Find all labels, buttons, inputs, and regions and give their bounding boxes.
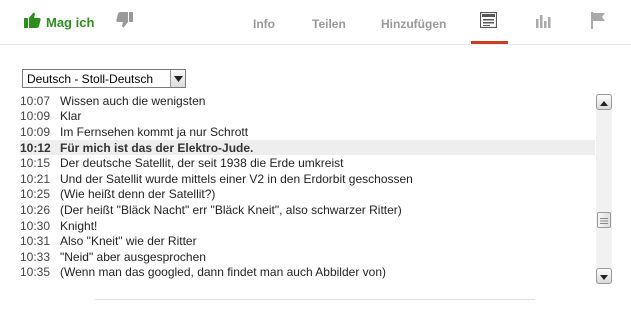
chevron-down-icon: [600, 267, 608, 285]
transcript-icon: [479, 11, 498, 32]
transcript-text: "Neid" aber ausgesprochen: [60, 249, 206, 264]
transcript-timestamp: 10:31: [20, 234, 51, 249]
transcript-timestamp: 10:33: [20, 249, 51, 264]
like-button[interactable]: Mag ich: [24, 12, 94, 33]
transcript-line[interactable]: 10:25 (Wie heißt denn der Satellit?): [20, 187, 595, 203]
transcript-line[interactable]: 10:21 Und der Satellit wurde mittels ein…: [20, 171, 595, 187]
transcript-line[interactable]: 10:15 Der deutsche Satellit, der seit 19…: [20, 155, 595, 171]
transcript-text: Für mich ist das der Elektro-Jude.: [60, 140, 254, 155]
scroll-up-button[interactable]: [596, 94, 612, 110]
scroll-down-button[interactable]: [596, 268, 612, 284]
transcript-line[interactable]: 10:33 "Neid" aber ausgesprochen: [20, 249, 595, 265]
tab-flag[interactable]: [590, 12, 606, 34]
language-select-value: Deutsch - Stoll-Deutsch: [27, 72, 154, 86]
tab-statistics[interactable]: [535, 12, 551, 33]
transcript-line[interactable]: 10:09 Im Fernsehen kommt ja nur Schrott: [20, 124, 595, 140]
action-bar-divider: [0, 44, 631, 45]
transcript-text: (Wie heißt denn der Satellit?): [60, 187, 216, 202]
chevron-up-icon: [600, 93, 608, 111]
transcript-text: Der deutsche Satellit, der seit 1938 die…: [60, 156, 344, 171]
dislike-button[interactable]: [116, 12, 133, 33]
transcript-text: (Wenn man das googled, dann findet man a…: [60, 265, 386, 280]
language-select[interactable]: Deutsch - Stoll-Deutsch: [22, 69, 186, 88]
transcript-line[interactable]: 10:26 (Der heißt "Bläck Nacht" err "Bläc…: [20, 202, 595, 218]
transcript-timestamp: 10:09: [20, 109, 51, 124]
transcript-timestamp: 10:25: [20, 187, 51, 202]
grip-icon: [600, 211, 608, 229]
like-label: Mag ich: [46, 15, 95, 30]
section-divider: [95, 299, 535, 300]
tab-transcript[interactable]: [479, 11, 498, 33]
transcript-line[interactable]: 10:35 (Wenn man das googled, dann findet…: [20, 265, 595, 281]
tab-info[interactable]: Info: [253, 17, 275, 31]
chevron-down-icon[interactable]: [170, 70, 185, 87]
transcript-timestamp: 10:30: [20, 218, 51, 233]
statistics-icon: [535, 15, 551, 32]
transcript-text: Wissen auch die wenigsten: [60, 93, 206, 108]
flag-icon: [590, 12, 606, 33]
transcript-timestamp: 10:12: [20, 140, 51, 155]
thumbs-down-icon: [116, 12, 133, 32]
tab-add[interactable]: Hinzufügen: [381, 17, 446, 31]
transcript-line[interactable]: 10:09 Klar: [20, 109, 595, 125]
transcript-timestamp: 10:35: [20, 265, 51, 280]
transcript-timestamp: 10:15: [20, 156, 51, 171]
transcript-timestamp: 10:09: [20, 124, 51, 139]
transcript-text: Und der Satellit wurde mittels einer V2 …: [60, 171, 413, 186]
scroll-thumb[interactable]: [597, 212, 611, 228]
thumbs-up-icon: [24, 12, 41, 33]
transcript-list: 10:07 Wissen auch die wenigsten 10:09 Kl…: [20, 93, 595, 285]
transcript-text: Im Fernsehen kommt ja nur Schrott: [60, 124, 249, 139]
transcript-line[interactable]: 10:07 Wissen auch die wenigsten: [20, 93, 595, 109]
transcript-timestamp: 10:21: [20, 171, 51, 186]
transcript-timestamp: 10:26: [20, 202, 51, 217]
transcript-line-active[interactable]: 10:12 Für mich ist das der Elektro-Jude.: [20, 139, 595, 156]
action-bar: Mag ich Info Teilen Hinzufügen: [0, 0, 631, 45]
transcript-text: (Der heißt "Bläck Nacht" err "Bläck Knei…: [60, 202, 402, 217]
transcript-timestamp: 10:07: [20, 93, 51, 108]
tab-share[interactable]: Teilen: [312, 17, 346, 31]
transcript-text: Also "Kneit" wie der Ritter: [60, 234, 197, 249]
transcript-line[interactable]: 10:30 Knight!: [20, 218, 595, 234]
transcript-text: Klar: [60, 109, 82, 124]
transcript-scrollbar[interactable]: [596, 94, 612, 284]
transcript-line[interactable]: 10:31 Also "Kneit" wie der Ritter: [20, 233, 595, 249]
transcript-text: Knight!: [60, 218, 98, 233]
